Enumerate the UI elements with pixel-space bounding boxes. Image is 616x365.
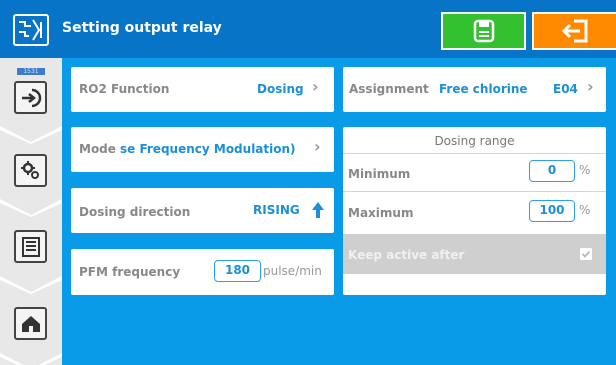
chevron-right-icon: › xyxy=(587,77,594,96)
sidebar-home-button[interactable] xyxy=(14,307,47,340)
sidebar: 1531 xyxy=(0,58,62,365)
direction-row[interactable]: Dosing direction RISING xyxy=(71,188,334,233)
maximum-unit: % xyxy=(579,203,591,217)
mode-row[interactable]: Mode se Frequency Modulation) › xyxy=(71,127,334,172)
exit-icon xyxy=(561,19,588,43)
dosing-range-panel: Dosing range Minimum 0 % Maximum 100 % K… xyxy=(343,127,606,295)
function-row[interactable]: RO2 Function Dosing › xyxy=(71,67,334,112)
pfm-label: PFM frequency xyxy=(79,265,181,279)
dosing-range-title: Dosing range xyxy=(434,134,515,148)
maximum-label: Maximum xyxy=(348,206,414,220)
maximum-input[interactable]: 100 xyxy=(529,200,575,222)
arrow-up-icon xyxy=(312,202,324,218)
sidebar-login-button[interactable] xyxy=(14,81,47,114)
minimum-input[interactable]: 0 xyxy=(529,160,575,182)
exit-button[interactable] xyxy=(532,12,616,50)
login-icon xyxy=(21,88,41,107)
assignment-value: Free chlorine xyxy=(439,82,528,96)
chevron-right-icon: › xyxy=(312,77,319,96)
home-icon xyxy=(21,315,40,332)
sidebar-chevron xyxy=(0,276,62,294)
assignment-label: Assignment xyxy=(349,82,429,96)
pfm-input[interactable]: 180 xyxy=(214,260,261,282)
minimum-unit: % xyxy=(579,163,591,177)
chevron-right-icon: › xyxy=(314,137,321,156)
relay-settings-icon xyxy=(13,14,49,46)
pfm-unit: pulse/min xyxy=(263,264,322,278)
save-icon xyxy=(473,19,494,43)
direction-value: RISING xyxy=(253,203,300,217)
checkbox-checked-icon[interactable] xyxy=(580,248,592,260)
mode-label: Mode xyxy=(79,142,116,156)
pfm-row: PFM frequency 180 pulse/min xyxy=(71,249,334,295)
direction-label: Dosing direction xyxy=(79,205,191,219)
sidebar-chevron xyxy=(0,353,62,365)
header-bar: Setting output relay xyxy=(0,0,616,58)
divider xyxy=(343,191,606,192)
menu-list-icon xyxy=(21,236,40,257)
mode-value: se Frequency Modulation) xyxy=(120,142,296,156)
function-value: Dosing xyxy=(257,82,304,96)
function-label: RO2 Function xyxy=(79,82,170,96)
sidebar-chevron xyxy=(0,199,62,217)
page-title: Setting output relay xyxy=(62,20,222,36)
keep-active-row[interactable]: Keep active after xyxy=(343,234,606,274)
sidebar-chevron xyxy=(0,126,62,144)
minimum-label: Minimum xyxy=(348,167,411,181)
save-button[interactable] xyxy=(441,12,526,50)
assignment-code: E04 xyxy=(553,82,578,96)
device-code: 1531 xyxy=(0,58,62,75)
keep-active-label: Keep active after xyxy=(348,248,465,262)
assignment-row[interactable]: Assignment Free chlorine E04 › xyxy=(343,67,606,112)
settings-gear-icon xyxy=(20,160,39,179)
sidebar-settings-button[interactable] xyxy=(14,154,47,187)
sidebar-menu-button[interactable] xyxy=(14,230,47,263)
divider xyxy=(343,153,606,154)
